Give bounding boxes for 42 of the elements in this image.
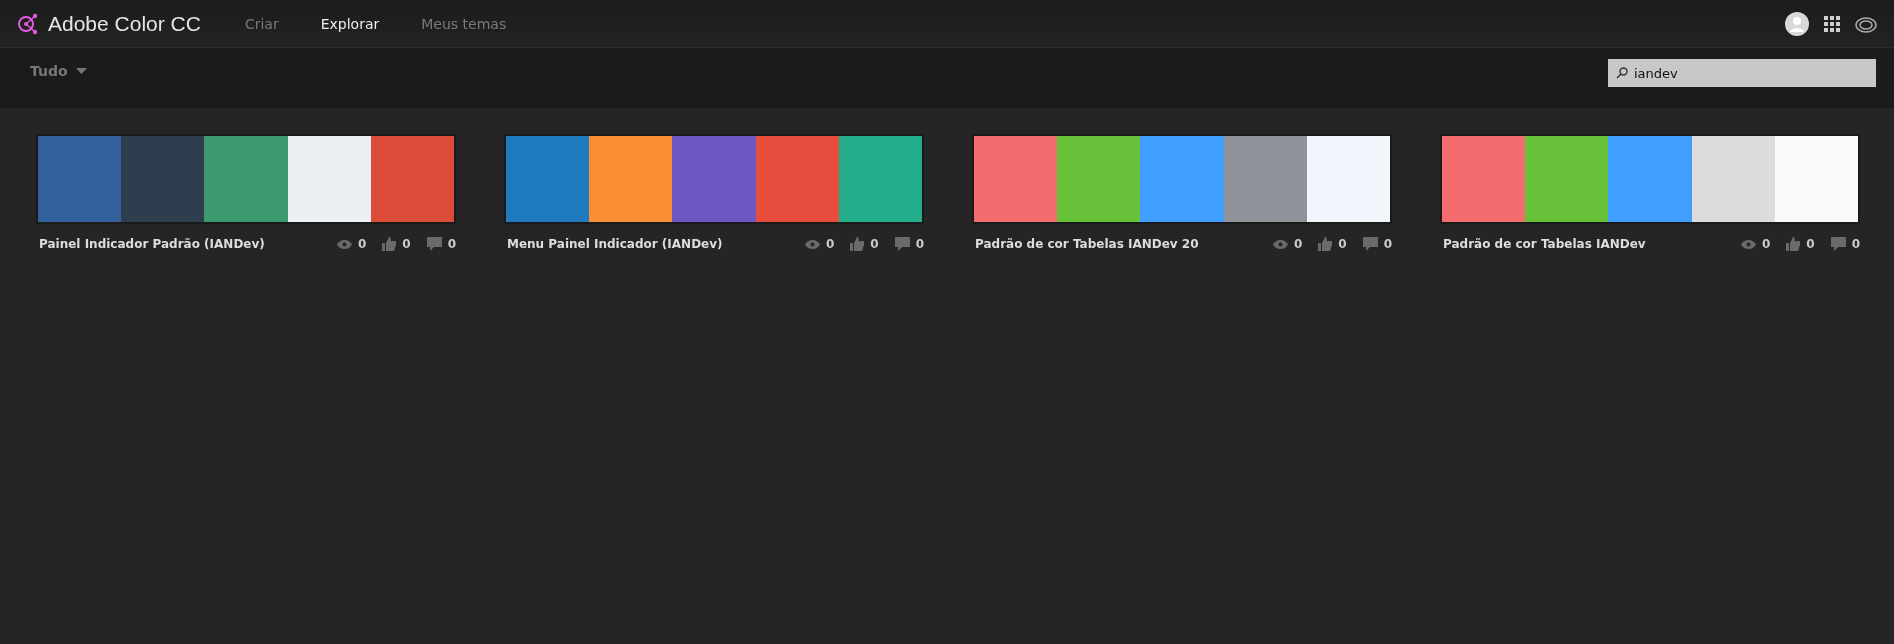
comment-icon <box>1362 237 1378 251</box>
view-count: 0 <box>1761 237 1771 251</box>
comment-icon <box>894 237 910 251</box>
color-palette[interactable] <box>36 134 456 224</box>
app-title: Adobe Color CC <box>48 11 201 36</box>
comment-count: 0 <box>1851 237 1860 251</box>
caret-icon <box>75 68 87 74</box>
thumbs-up-icon <box>850 237 865 251</box>
view-count: 0 <box>825 237 835 251</box>
comment-icon <box>426 237 442 251</box>
comment-count: 0 <box>915 237 924 251</box>
nav-tab[interactable]: Explorar <box>320 15 380 32</box>
comment-count: 0 <box>1383 237 1392 251</box>
color-palette[interactable] <box>972 134 1392 224</box>
comment-icon <box>1830 237 1846 251</box>
nav-tab[interactable]: Meus temas <box>421 15 507 32</box>
color-palette[interactable] <box>504 134 924 224</box>
apps-grid-icon[interactable] <box>1824 15 1840 32</box>
eye-icon <box>1272 239 1288 249</box>
thumbs-up-icon <box>1786 237 1801 251</box>
like-count: 0 <box>1338 237 1347 251</box>
theme-name[interactable]: Menu Painel Indicador (IANDev) <box>507 237 723 251</box>
theme-name[interactable]: Painel Indicador Padrão (IANDev) <box>39 237 265 251</box>
thumbs-up-icon <box>382 237 397 251</box>
like-count: 0 <box>870 237 879 251</box>
nav-tab[interactable]: Criar <box>244 15 279 32</box>
color-palette[interactable] <box>1440 134 1860 224</box>
view-count: 0 <box>1293 237 1303 251</box>
avatar-icon[interactable] <box>1784 10 1810 37</box>
theme-name[interactable]: Padrão de cor Tabelas IANDev <box>1443 237 1646 251</box>
comment-count: 0 <box>447 237 456 251</box>
search-field[interactable]: iandev <box>1608 59 1876 87</box>
thumbs-up-icon <box>1318 237 1333 251</box>
eye-icon <box>336 239 352 249</box>
eye-icon <box>1740 239 1756 249</box>
eye-icon <box>804 239 820 249</box>
logo-icon <box>16 11 40 36</box>
view-count: 0 <box>357 237 367 251</box>
filter-dropdown[interactable]: Tudo <box>30 63 87 79</box>
theme-name[interactable]: Padrão de cor Tabelas IANDev 20 <box>975 237 1199 251</box>
like-count: 0 <box>402 237 411 251</box>
like-count: 0 <box>1806 237 1815 251</box>
